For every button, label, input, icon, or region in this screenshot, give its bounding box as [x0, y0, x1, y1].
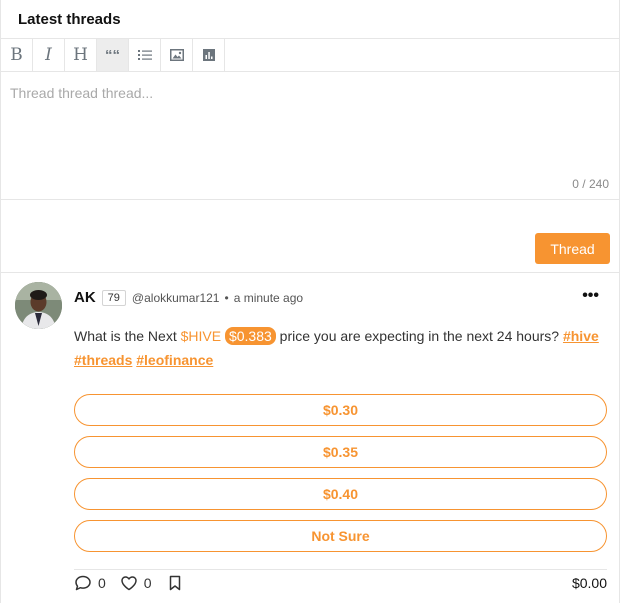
image-icon [169, 49, 184, 61]
post-text-prefix: What is the Next [74, 328, 181, 344]
image-button[interactable] [161, 39, 193, 71]
composer-footer: Thread [1, 200, 619, 273]
bold-icon: B [10, 45, 23, 65]
comment-count: 0 [98, 575, 106, 591]
hashtag-threads[interactable]: #threads [74, 352, 132, 368]
thread-post: AK 79 @alokkumar121 • a minute ago ••• W… [1, 273, 619, 603]
hashtag-leofinance[interactable]: #leofinance [136, 352, 213, 368]
quote-icon: ““ [105, 46, 120, 64]
comment-icon [75, 575, 91, 591]
hashtag-hive[interactable]: #hive [563, 328, 599, 344]
poll-option[interactable]: Not Sure [74, 520, 607, 552]
quote-button[interactable]: ““ [97, 39, 129, 71]
payout-value: $0.00 [571, 575, 607, 591]
post-text-suffix: price you are expecting in the next 24 h… [275, 328, 563, 344]
post-meta: AK 79 @alokkumar121 • a minute ago [74, 289, 303, 306]
thread-input[interactable] [1, 72, 619, 199]
poll-option[interactable]: $0.30 [74, 394, 607, 426]
italic-button[interactable]: I [33, 39, 65, 71]
heart-icon [121, 576, 137, 591]
avatar[interactable] [15, 282, 62, 329]
italic-icon: I [45, 45, 52, 65]
poll-option[interactable]: $0.35 [74, 436, 607, 468]
poll-icon [202, 49, 215, 61]
like-count: 0 [143, 575, 152, 591]
panel-header: Latest threads [1, 0, 619, 39]
post-time: a minute ago [233, 290, 304, 305]
bold-button[interactable]: B [1, 39, 33, 71]
bookmark-button[interactable] [166, 574, 190, 592]
meta-separator: • [224, 290, 229, 305]
threads-panel: Latest threads B I H ““ Thread thread th… [0, 0, 620, 603]
composer-area: 0 / 240 [1, 72, 619, 200]
heading-icon: H [73, 45, 88, 65]
poll-option[interactable]: $0.40 [74, 478, 607, 510]
panel-title: Latest threads [18, 10, 121, 28]
reputation-badge: 79 [101, 289, 126, 306]
post-body: What is the Next $HIVE $0.383 price you … [74, 324, 599, 372]
list-button[interactable] [129, 39, 161, 71]
author-handle[interactable]: @alokkumar121 [132, 291, 220, 305]
like-button[interactable]: 0 [120, 574, 152, 592]
ticker-link[interactable]: $HIVE [181, 328, 221, 344]
thread-submit-button[interactable]: Thread [535, 233, 610, 264]
avatar-image [15, 282, 62, 329]
list-icon [137, 50, 152, 60]
heading-button[interactable]: H [65, 39, 97, 71]
comment-button[interactable]: 0 [74, 574, 106, 592]
editor-toolbar: B I H ““ [1, 39, 619, 72]
poll-options: $0.30 $0.35 $0.40 Not Sure [74, 394, 607, 562]
poll-button[interactable] [193, 39, 225, 71]
bookmark-icon [169, 575, 180, 591]
author-name[interactable]: AK [74, 289, 96, 306]
more-options-icon[interactable]: ••• [582, 287, 599, 305]
character-counter: 0 / 240 [572, 177, 609, 191]
post-actions: 0 0 $0.00 [74, 569, 607, 592]
price-badge: $0.383 [224, 327, 276, 345]
